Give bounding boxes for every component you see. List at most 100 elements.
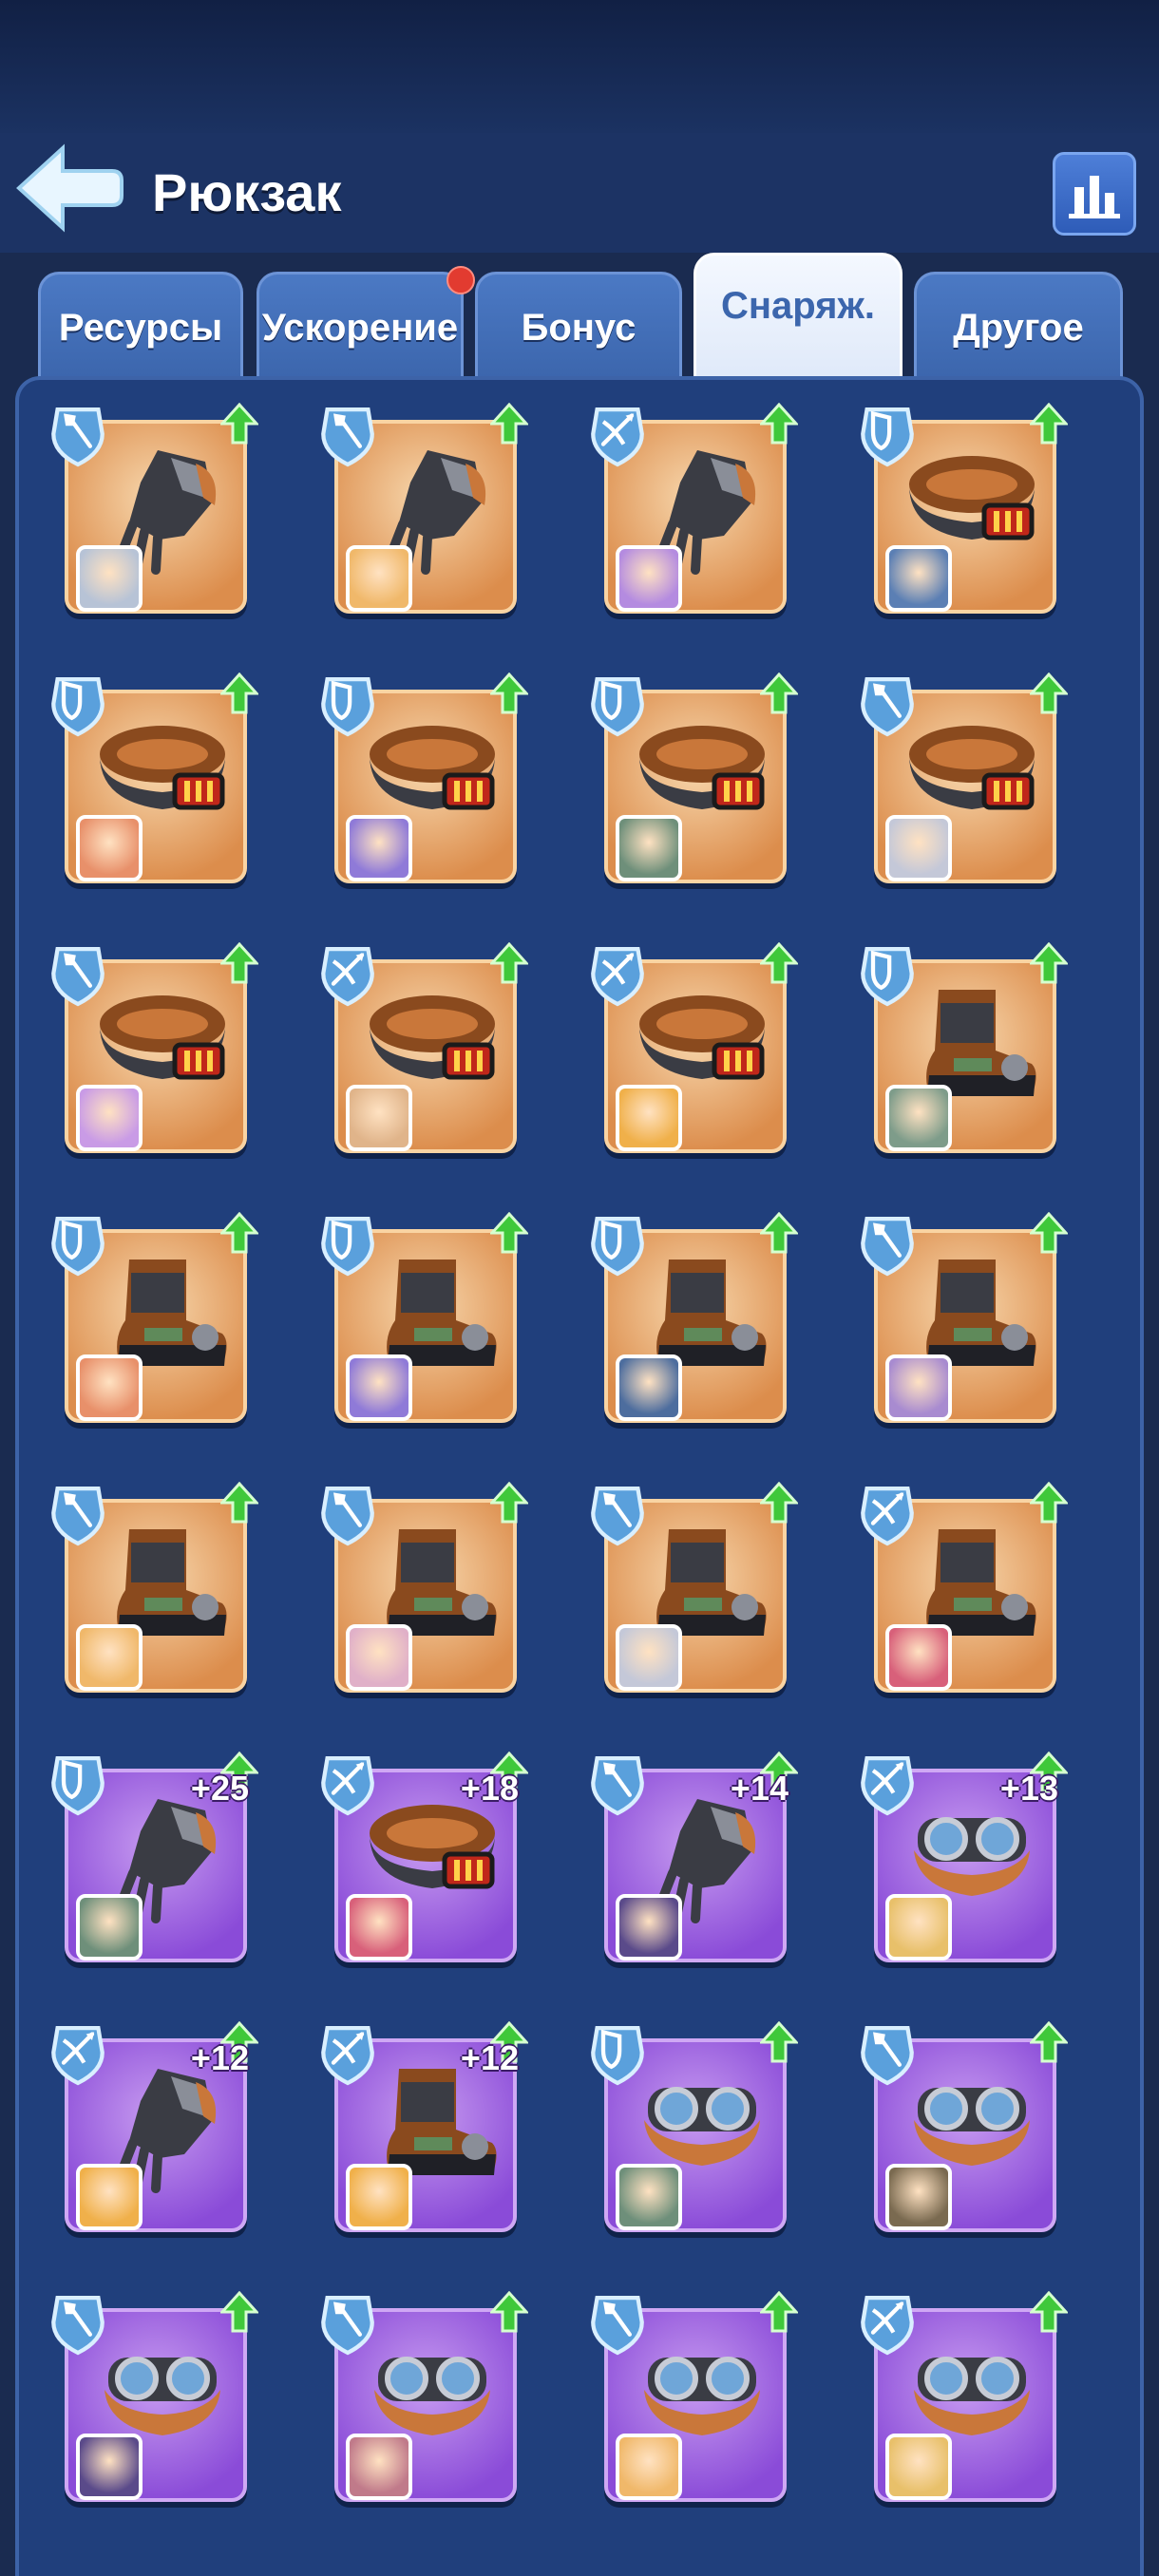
equipment-item[interactable] [34, 1208, 260, 1430]
shield-icon [589, 2021, 646, 2093]
equipment-item[interactable]: +18 [304, 1748, 530, 1970]
equipment-item[interactable] [844, 669, 1070, 891]
equipment-item[interactable] [844, 1478, 1070, 1700]
equipment-item[interactable] [844, 399, 1070, 621]
hero-avatar [885, 1354, 952, 1421]
equipment-item[interactable]: +12 [34, 2017, 260, 2240]
shield-icon [49, 1212, 106, 1283]
shield-icon [49, 1752, 106, 1823]
equipment-item[interactable] [304, 1478, 530, 1700]
upgrade-arrow-icon [758, 2020, 800, 2068]
tab-speedup[interactable]: Ускорение [256, 272, 464, 378]
upgrade-arrow-icon [758, 941, 800, 989]
shovel-icon [49, 2291, 106, 2362]
hero-avatar [616, 545, 682, 612]
upgrade-arrow-icon [488, 672, 530, 719]
upgrade-arrow-icon [1028, 941, 1070, 989]
notification-dot [446, 266, 475, 294]
hero-avatar [76, 2164, 142, 2230]
tab-label: Другое [953, 307, 1084, 349]
upgrade-arrow-icon [488, 1211, 530, 1259]
equipment-item[interactable] [304, 2287, 530, 2510]
hero-avatar [346, 2164, 412, 2230]
hero-avatar [885, 2434, 952, 2500]
shield-icon [859, 942, 916, 1013]
equipment-item[interactable] [34, 1478, 260, 1700]
upgrade-level: +18 [460, 1769, 519, 1808]
equipment-item[interactable] [34, 2287, 260, 2510]
tab-resources[interactable]: Ресурсы [38, 272, 243, 378]
upgrade-arrow-icon [488, 2290, 530, 2338]
equipment-item[interactable] [304, 938, 530, 1161]
hero-avatar [76, 1894, 142, 1960]
equipment-item[interactable] [34, 938, 260, 1161]
equipment-item[interactable] [574, 669, 800, 891]
equipment-item[interactable]: +13 [844, 1748, 1070, 1970]
status-bar [0, 0, 1159, 133]
equipment-item[interactable] [34, 669, 260, 891]
stats-button[interactable] [1053, 152, 1136, 236]
crossbow-icon [49, 2021, 106, 2093]
shield-icon [319, 672, 376, 744]
equipment-item[interactable]: +25 [34, 1748, 260, 1970]
upgrade-arrow-icon [488, 402, 530, 449]
hero-avatar [346, 1894, 412, 1960]
equipment-item[interactable] [844, 2287, 1070, 2510]
crossbow-icon [859, 1482, 916, 1553]
equipment-item[interactable] [574, 2017, 800, 2240]
hero-avatar [76, 1354, 142, 1421]
hero-avatar [76, 1624, 142, 1691]
shovel-icon [319, 2291, 376, 2362]
hero-avatar [76, 545, 142, 612]
hero-avatar [76, 815, 142, 881]
hero-avatar [885, 545, 952, 612]
upgrade-arrow-icon [488, 941, 530, 989]
equipment-item[interactable] [304, 399, 530, 621]
tab-gear[interactable]: Снаряж. [694, 253, 902, 380]
back-button[interactable] [13, 142, 125, 234]
upgrade-arrow-icon [1028, 402, 1070, 449]
equipment-item[interactable] [574, 1208, 800, 1430]
tab-label: Ресурсы [58, 307, 223, 349]
equipment-item[interactable] [574, 399, 800, 621]
hero-avatar [616, 2164, 682, 2230]
tab-label: Бонус [521, 307, 636, 349]
equipment-item[interactable] [574, 938, 800, 1161]
hero-avatar [616, 1354, 682, 1421]
equipment-item[interactable] [574, 2287, 800, 2510]
shovel-icon [49, 403, 106, 474]
hero-avatar [346, 815, 412, 881]
upgrade-arrow-icon [758, 1211, 800, 1259]
shield-icon [589, 1212, 646, 1283]
equipment-item[interactable] [304, 1208, 530, 1430]
equipment-item[interactable]: +14 [574, 1748, 800, 1970]
hero-avatar [346, 545, 412, 612]
upgrade-arrow-icon [218, 402, 260, 449]
hero-avatar [616, 1624, 682, 1691]
shovel-icon [859, 2021, 916, 2093]
equipment-item[interactable] [34, 399, 260, 621]
tab-other[interactable]: Другое [914, 272, 1123, 378]
equipment-item[interactable]: +12 [304, 2017, 530, 2240]
hero-avatar [76, 2434, 142, 2500]
shovel-icon [49, 1482, 106, 1553]
hero-avatar [76, 1085, 142, 1151]
bar-chart-icon [1069, 176, 1120, 218]
equipment-item[interactable] [844, 938, 1070, 1161]
tab-label: Ускорение [261, 307, 459, 349]
shovel-icon [589, 1752, 646, 1823]
tab-bonus[interactable]: Бонус [475, 272, 682, 378]
shovel-icon [319, 1482, 376, 1553]
equipment-item[interactable] [304, 669, 530, 891]
hero-avatar [616, 815, 682, 881]
hero-avatar [346, 1085, 412, 1151]
upgrade-arrow-icon [218, 1211, 260, 1259]
page-title: Рюкзак [152, 162, 342, 222]
equipment-item[interactable] [844, 1208, 1070, 1430]
equipment-item[interactable] [844, 2017, 1070, 2240]
crossbow-icon [319, 942, 376, 1013]
upgrade-arrow-icon [758, 672, 800, 719]
hero-avatar [346, 2434, 412, 2500]
shovel-icon [859, 672, 916, 744]
equipment-item[interactable] [574, 1478, 800, 1700]
